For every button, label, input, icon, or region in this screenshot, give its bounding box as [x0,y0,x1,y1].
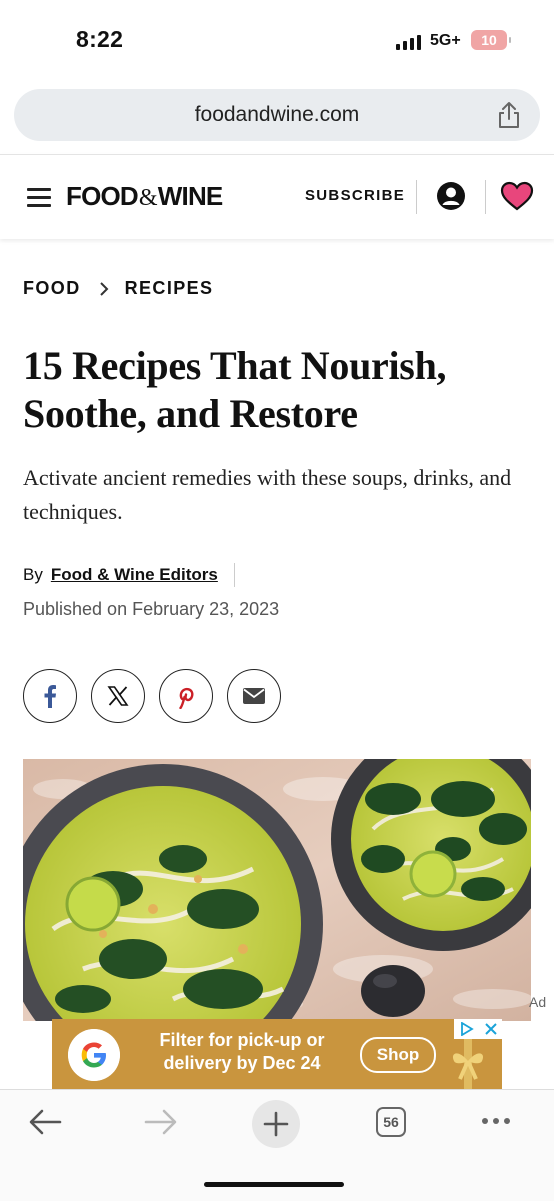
logo-ampersand: & [138,185,158,211]
header-divider [416,180,417,214]
email-icon [243,688,265,704]
adchoices-icon[interactable] [460,1022,474,1036]
plus-icon [263,1111,289,1137]
tab-switcher-button[interactable]: 56 [376,1107,406,1137]
ad-shop-button[interactable]: Shop [360,1037,436,1073]
x-icon [107,686,129,706]
new-tab-button[interactable] [252,1100,300,1148]
home-indicator [204,1182,344,1187]
google-logo-icon [68,1029,120,1081]
hero-image [23,759,531,1021]
byline: By Food & Wine Editors [23,563,235,587]
page-title: 15 Recipes That Nourish, Soothe, and Res… [23,343,447,436]
ad-controls [454,1019,502,1039]
site-header: FOOD&WINE SUBSCRIBE [0,154,554,239]
breadcrumb: FOOD RECIPES [23,278,213,299]
battery-level: 10 [481,32,497,48]
more-menu-icon[interactable] [482,1118,510,1124]
forward-arrow-icon[interactable] [144,1108,178,1136]
byline-divider [233,563,235,587]
byline-prefix: By [23,565,43,584]
site-logo[interactable]: FOOD&WINE [66,181,223,212]
close-ad-icon[interactable] [484,1023,497,1035]
subscribe-link[interactable]: SUBSCRIBE [305,187,405,204]
status-time: 8:22 [76,26,124,52]
logo-wine: WINE [157,181,223,211]
ad-banner[interactable]: Filter for pick-up or delivery by Dec 24… [52,1019,502,1089]
share-icon[interactable] [496,101,522,129]
email-share-button[interactable] [227,669,281,723]
breadcrumb-food[interactable]: FOOD [23,278,81,299]
battery-icon: 10 [471,30,511,50]
author-link[interactable]: Food & Wine Editors [51,565,218,585]
pinterest-icon [179,687,194,709]
network-type: 5G+ [430,32,461,49]
chevron-right-icon [99,281,109,296]
facebook-share-button[interactable] [23,669,77,723]
gift-bow-icon [452,1039,484,1089]
back-arrow-icon[interactable] [28,1108,62,1136]
soup-bowls-image [23,759,531,1021]
url-text[interactable]: foodandwine.com [14,89,540,141]
account-icon[interactable] [436,181,466,211]
menu-icon[interactable] [27,188,51,207]
ad-text: Filter for pick-up or delivery by Dec 24 [159,1030,325,1073]
published-date: Published on February 23, 2023 [23,599,280,619]
header-divider [485,180,486,214]
article-dek: Activate ancient remedies with these sou… [23,465,512,524]
facebook-icon [44,685,56,708]
cellular-signal-icon [396,34,421,50]
breadcrumb-recipes[interactable]: RECIPES [125,278,214,299]
ad-label: Ad [529,994,547,1010]
x-share-button[interactable] [91,669,145,723]
pinterest-share-button[interactable] [159,669,213,723]
logo-food: FOOD [66,181,139,211]
heart-icon[interactable] [500,181,534,211]
address-bar[interactable]: foodandwine.com [14,89,540,141]
